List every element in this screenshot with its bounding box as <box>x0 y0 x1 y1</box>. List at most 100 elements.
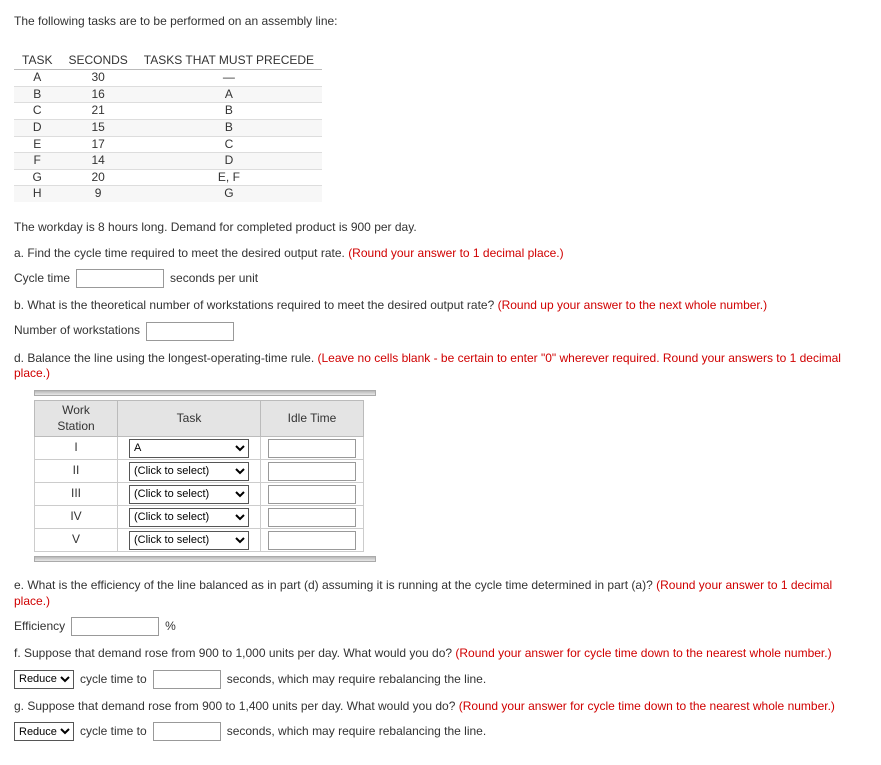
task-select-cell: (Click to select) <box>118 483 261 506</box>
question-a: a. Find the cycle time required to meet … <box>14 246 867 262</box>
table-row: D15B <box>14 119 322 136</box>
qd-prompt: d. Balance the line using the longest-op… <box>14 351 318 365</box>
intro-text: The following tasks are to be performed … <box>14 14 867 30</box>
workstation-cell: II <box>35 460 118 483</box>
qe-prompt: e. What is the efficiency of the line ba… <box>14 578 656 592</box>
idle-time-cell <box>261 506 364 529</box>
task-select[interactable]: (Click to select) <box>129 531 249 550</box>
efficiency-unit: % <box>165 619 176 635</box>
workstation-cell: IV <box>35 506 118 529</box>
table-cell: E, F <box>136 169 322 186</box>
table-cell: G <box>14 169 60 186</box>
workstation-cell: I <box>35 437 118 460</box>
workday-text: The workday is 8 hours long. Demand for … <box>14 220 867 236</box>
workstation-cell: III <box>35 483 118 506</box>
table-row: G20E, F <box>14 169 322 186</box>
table-row: IA <box>35 437 364 460</box>
reduce-select-f[interactable]: Reduce <box>14 670 74 689</box>
balance-table: Work Station Task Idle Time IAII(Click t… <box>34 400 364 552</box>
qg-prompt: g. Suppose that demand rose from 900 to … <box>14 699 459 713</box>
question-b: b. What is the theoretical number of wor… <box>14 298 867 314</box>
table-cell: D <box>14 119 60 136</box>
table-cell: C <box>14 103 60 120</box>
idle-time-input[interactable] <box>268 508 356 527</box>
table-cell: B <box>136 103 322 120</box>
question-g: g. Suppose that demand rose from 900 to … <box>14 699 867 715</box>
table-cell: 21 <box>60 103 135 120</box>
table-row: B16A <box>14 86 322 103</box>
efficiency-input[interactable] <box>71 617 159 636</box>
task-select[interactable]: A <box>129 439 249 458</box>
idle-time-input[interactable] <box>268 462 356 481</box>
th-idle: Idle Time <box>261 400 364 436</box>
balance-scrollbar-bottom[interactable] <box>34 556 376 562</box>
cycle-time-unit: seconds per unit <box>170 271 258 287</box>
idle-time-cell <box>261 437 364 460</box>
table-row: IV (Click to select) <box>35 506 364 529</box>
task-select[interactable]: (Click to select) <box>129 508 249 527</box>
question-f: f. Suppose that demand rose from 900 to … <box>14 646 867 662</box>
th-workstation: Work Station <box>35 400 118 436</box>
idle-time-cell <box>261 529 364 552</box>
idle-time-input[interactable] <box>268 531 356 550</box>
task-select-cell: (Click to select) <box>118 506 261 529</box>
question-d: d. Balance the line using the longest-op… <box>14 351 867 382</box>
th-precede: TASKS THAT MUST PRECEDE <box>136 52 322 70</box>
table-cell: D <box>136 153 322 170</box>
reduce-select-g[interactable]: Reduce <box>14 722 74 741</box>
qa-hint: (Round your answer to 1 decimal place.) <box>348 246 563 260</box>
table-cell: 16 <box>60 86 135 103</box>
table-cell: 17 <box>60 136 135 153</box>
table-cell: — <box>136 70 322 87</box>
table-row: H9G <box>14 186 322 202</box>
task-select[interactable]: (Click to select) <box>129 485 249 504</box>
idle-time-cell <box>261 460 364 483</box>
task-select-cell: (Click to select) <box>118 529 261 552</box>
table-row: V (Click to select) <box>35 529 364 552</box>
table-cell: 15 <box>60 119 135 136</box>
task-select-cell: A <box>118 437 261 460</box>
table-cell: 20 <box>60 169 135 186</box>
table-cell: B <box>136 119 322 136</box>
table-cell: C <box>136 136 322 153</box>
idle-time-input[interactable] <box>268 485 356 504</box>
qf-hint: (Round your answer for cycle time down t… <box>455 646 831 660</box>
table-row: C21B <box>14 103 322 120</box>
balance-scrollbar-top[interactable] <box>34 390 376 396</box>
workstation-cell: V <box>35 529 118 552</box>
table-cell: G <box>136 186 322 202</box>
qb-hint: (Round up your answer to the next whole … <box>498 298 767 312</box>
qb-prompt: b. What is the theoretical number of wor… <box>14 298 498 312</box>
qg-hint: (Round your answer for cycle time down t… <box>459 699 835 713</box>
table-cell: A <box>136 86 322 103</box>
th-task-col: Task <box>118 400 261 436</box>
table-cell: A <box>14 70 60 87</box>
table-row: E17C <box>14 136 322 153</box>
table-cell: H <box>14 186 60 202</box>
qf-mid: cycle time to <box>80 672 147 688</box>
task-select-cell: (Click to select) <box>118 460 261 483</box>
table-row: III (Click to select) <box>35 483 364 506</box>
qf-prompt: f. Suppose that demand rose from 900 to … <box>14 646 455 660</box>
question-e: e. What is the efficiency of the line ba… <box>14 578 867 609</box>
task-select[interactable]: (Click to select) <box>129 462 249 481</box>
qg-mid: cycle time to <box>80 724 147 740</box>
table-row: II (Click to select) <box>35 460 364 483</box>
table-cell: F <box>14 153 60 170</box>
table-cell: E <box>14 136 60 153</box>
table-cell: 14 <box>60 153 135 170</box>
table-cell: B <box>14 86 60 103</box>
th-seconds: SECONDS <box>60 52 135 70</box>
cycle-to-input-g[interactable] <box>153 722 221 741</box>
cycle-to-input-f[interactable] <box>153 670 221 689</box>
qf-tail: seconds, which may require rebalancing t… <box>227 672 486 688</box>
qa-prompt: a. Find the cycle time required to meet … <box>14 246 348 260</box>
table-row: A30— <box>14 70 322 87</box>
idle-time-cell <box>261 483 364 506</box>
table-cell: 30 <box>60 70 135 87</box>
cycle-time-input[interactable] <box>76 269 164 288</box>
idle-time-input[interactable] <box>268 439 356 458</box>
efficiency-label: Efficiency <box>14 619 65 635</box>
num-workstations-input[interactable] <box>146 322 234 341</box>
precedence-table: TASK SECONDS TASKS THAT MUST PRECEDE A30… <box>14 52 322 202</box>
